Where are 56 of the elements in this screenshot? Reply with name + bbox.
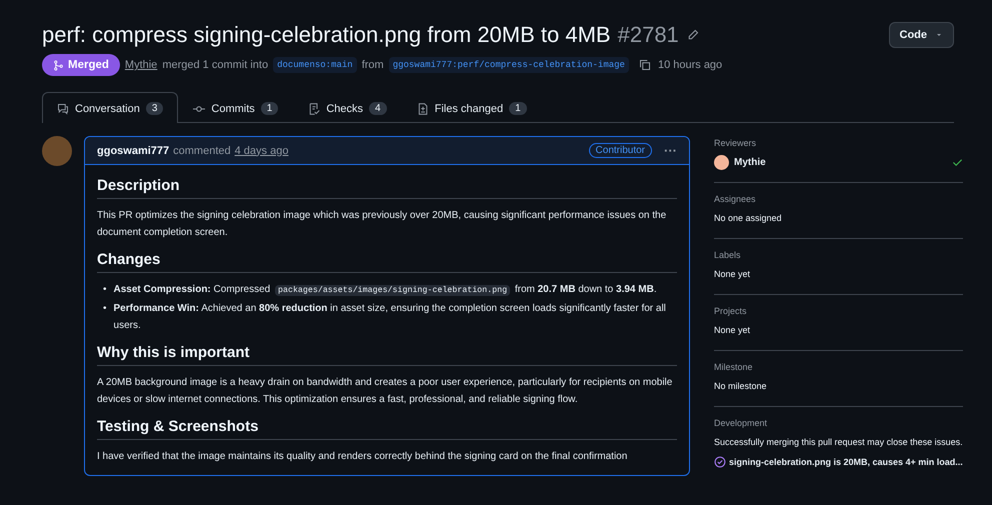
user-link[interactable]: Mythie: [124, 59, 158, 71]
timestamp-link[interactable]: 4 days ago: [234, 144, 288, 156]
section-heading: Description: [97, 177, 677, 199]
section-title: Development: [714, 418, 768, 428]
bullet: •: [103, 302, 107, 316]
comment-action: commented: [173, 144, 231, 156]
section-title: Assignees: [714, 194, 757, 204]
sidebar-value: No one assigned: [714, 212, 783, 225]
paragraph: A 20MB background image is a heavy drain on bandwidth and creates a poor user experience, particularly for recipients on mobile devices or slow internet connections. This optimization ensures a fast, professional, and reliable signing flow.: [97, 376, 674, 407]
paragraph: This PR optimizes the signing celebration image which was previously over 20MB, causing significant performance issues on the document completion screen.: [97, 209, 668, 240]
count-badge: 1: [260, 102, 278, 115]
copy-icon: [638, 59, 651, 71]
paragraph: I have verified that the image maintains its quality and renders correctly behind the signing card on the final confirmation: [97, 450, 628, 464]
from-text: from: [362, 59, 384, 71]
merge-text: merged 1 commit into: [162, 59, 268, 71]
tab[interactable]: Commits 1: [178, 92, 294, 123]
bullet: •: [103, 283, 107, 297]
caret-down-icon: [935, 31, 943, 39]
sidebar-value: Successfully merging this pull request may close these issues.: [714, 436, 963, 449]
username[interactable]: ggoswami777: [97, 144, 170, 156]
section-title: Milestone: [714, 362, 754, 372]
timestamp: 10 hours ago: [658, 59, 722, 71]
section-heading: Why this is important: [97, 344, 677, 366]
section-title: Labels: [714, 250, 742, 260]
tab[interactable]: Files changed 1: [402, 92, 542, 123]
pr-title: perf: compress signing-celebration.png from 20MB to 4MB: [42, 22, 611, 48]
tab[interactable]: Checks 4: [293, 92, 402, 123]
count-badge: 1: [509, 102, 527, 115]
code-button[interactable]: Code: [888, 22, 954, 48]
speech-bubbles-icon: [57, 102, 69, 114]
count-badge: 4: [369, 102, 387, 115]
sidebar-value: No milestone: [714, 380, 768, 393]
branch-label[interactable]: ggoswami777:perf/compress-celebration-image: [388, 57, 629, 73]
branch-label[interactable]: documenso:main: [273, 57, 357, 73]
merged-badge: Merged: [42, 54, 120, 76]
pr-number: #2781: [618, 22, 679, 48]
list-item: Performance Win: Achieved an 80% reduction in asset size, ensuring the completion screen loads significantly faster for all users.: [114, 302, 667, 333]
merge-icon: [53, 60, 64, 70]
check-circle-icon: [714, 456, 726, 468]
list-item: Asset Compression: Compressed packages/assets/images/signing-celebration.png from 20.7 MB down to 3.94 MB.: [114, 283, 658, 298]
tab[interactable]: Conversation 3: [42, 92, 178, 123]
avatar[interactable]: [714, 155, 729, 170]
more-options-button[interactable]: ···: [664, 143, 677, 158]
issue-link[interactable]: signing-celebration.png is 20MB, causes 4+ min load...: [729, 457, 963, 467]
file-diff-icon: [416, 102, 429, 114]
section-heading: Changes: [97, 251, 677, 273]
contributor-badge: Contributor: [588, 143, 652, 158]
section-heading: Testing & Screenshots: [97, 418, 677, 440]
sidebar-value: None yet: [714, 268, 752, 281]
section-title: Reviewers: [714, 138, 758, 148]
checklist-icon: [308, 102, 320, 114]
reviewer-name[interactable]: Mythie: [734, 157, 766, 168]
sidebar-value: None yet: [714, 324, 752, 337]
section-title: Projects: [714, 306, 748, 316]
pencil-icon: [686, 29, 699, 41]
count-badge: 3: [146, 102, 164, 115]
